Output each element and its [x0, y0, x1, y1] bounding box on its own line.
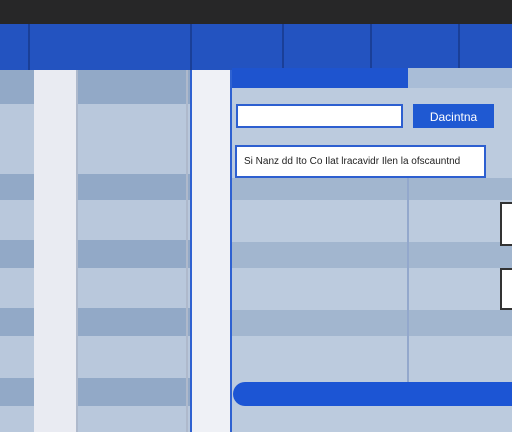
notice-text: Si Nanz dd Ito Co Ilat lracavidr Ilen la… — [244, 156, 461, 167]
table-row[interactable] — [0, 70, 190, 104]
table-row[interactable] — [0, 308, 190, 336]
search-input[interactable] — [236, 104, 403, 128]
column-header-separator[interactable] — [458, 24, 460, 70]
list-item[interactable] — [232, 310, 512, 336]
table-row[interactable] — [0, 174, 190, 200]
tab-active[interactable] — [232, 68, 408, 88]
column-header-separator[interactable] — [28, 24, 30, 70]
table-row[interactable] — [0, 378, 190, 406]
tab-inactive[interactable] — [408, 68, 512, 88]
window-top-bar — [0, 0, 512, 24]
column-header-separator[interactable] — [282, 24, 284, 70]
column-header-separator[interactable] — [370, 24, 372, 70]
column-divider — [186, 70, 188, 432]
list-item[interactable] — [232, 178, 512, 200]
table-column-highlight — [34, 70, 78, 432]
column-divider — [76, 70, 78, 432]
horizontal-scrollbar[interactable] — [233, 382, 512, 406]
list-item[interactable] — [232, 242, 512, 268]
column-divider — [407, 178, 409, 384]
notice-box: Si Nanz dd Ito Co Ilat lracavidr Ilen la… — [235, 145, 486, 178]
column-header-separator[interactable] — [190, 24, 192, 70]
search-button[interactable]: Dacintna — [413, 104, 494, 128]
table-row[interactable] — [0, 240, 190, 268]
splitter-pane[interactable] — [190, 70, 232, 432]
side-field[interactable] — [500, 268, 512, 310]
side-field[interactable] — [500, 202, 512, 246]
column-header-bar — [0, 24, 512, 70]
